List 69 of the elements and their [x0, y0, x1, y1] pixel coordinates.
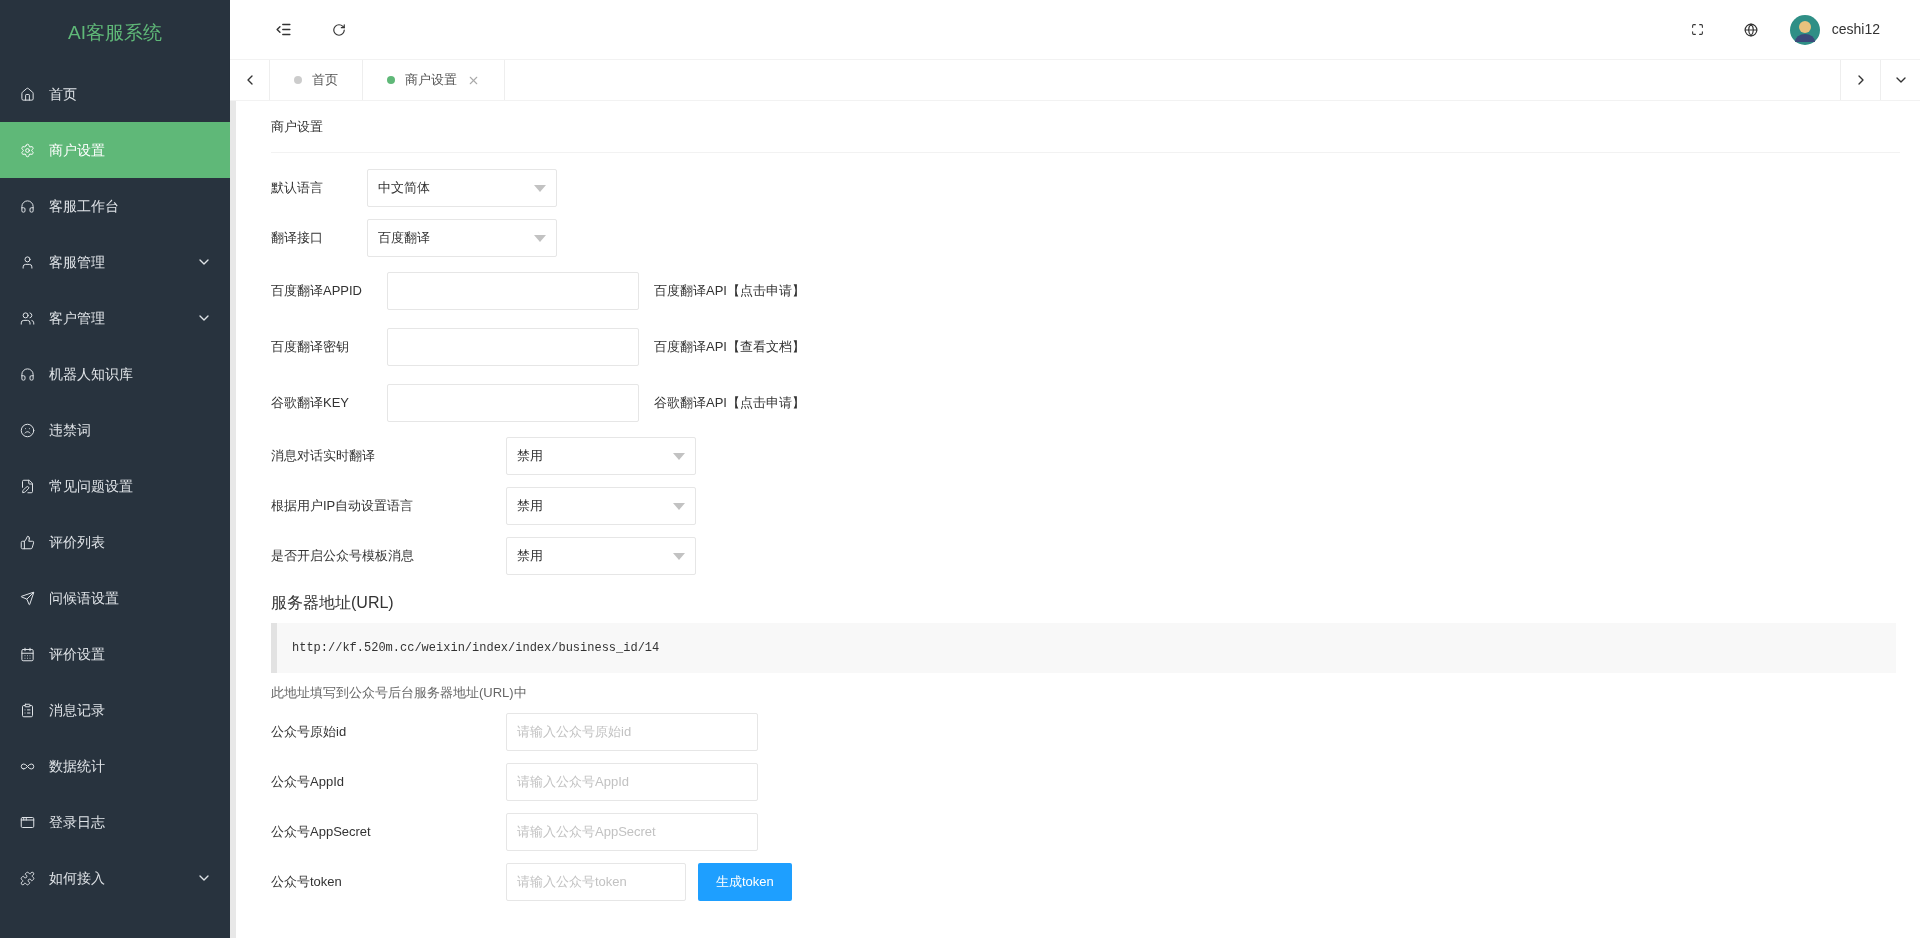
sidebar-item[interactable]: 评价设置 [0, 626, 230, 682]
sidebar-item[interactable]: 如何接入 [0, 850, 230, 906]
form-label: 消息对话实时翻译 [271, 447, 376, 466]
window-icon [20, 814, 35, 830]
sidebar-item[interactable]: 问候语设置 [0, 570, 230, 626]
sidebar-item[interactable]: 机器人知识库 [0, 346, 230, 402]
input-field[interactable] [387, 384, 639, 422]
username[interactable]: ceshi12 [1831, 19, 1880, 40]
sidebar-item[interactable]: 首页 [0, 66, 230, 122]
user-icon [20, 254, 35, 270]
fullscreen-icon[interactable] [1690, 23, 1704, 36]
sidebar-item[interactable]: 违禁词 [0, 402, 230, 458]
headset-icon [20, 198, 35, 214]
card-title: 商户设置 [271, 117, 323, 136]
help-text: 此地址填写到公众号后台服务器地址(URL)中 [271, 684, 528, 702]
select-field[interactable]: 中文简体 [367, 169, 557, 207]
form-label: 公众号AppId [271, 772, 345, 791]
page-tab[interactable]: 商户设置 [363, 60, 505, 100]
select-field[interactable]: 禁用 [506, 537, 696, 575]
refresh-icon[interactable] [332, 22, 346, 37]
select-field[interactable]: 百度翻译 [367, 219, 557, 257]
clipboard-icon [20, 702, 35, 718]
api-link[interactable]: 谷歌翻译API【点击申请】 [654, 393, 805, 413]
avatar[interactable] [1789, 14, 1820, 45]
sidebar-item[interactable]: 客服管理 [0, 234, 230, 290]
gear-icon [20, 142, 35, 158]
page-tab[interactable]: 首页 [270, 60, 363, 100]
input-field[interactable] [387, 272, 639, 310]
form-label: 百度翻译APPID [271, 282, 363, 301]
caret-icon [673, 552, 685, 560]
caret-icon [673, 502, 685, 510]
url-code-block: http://kf.520m.cc/weixin/index/index/business_id/14 [271, 623, 1896, 673]
menu-toggle-icon[interactable] [275, 21, 292, 38]
edit-icon [20, 478, 35, 494]
caret-icon [534, 184, 546, 192]
form-label: 百度翻译密钥 [271, 338, 350, 357]
app-logo: AI客服系统 [68, 20, 162, 45]
select-field[interactable]: 禁用 [506, 487, 696, 525]
input-field[interactable] [387, 328, 639, 366]
sidebar-item[interactable]: 登录日志 [0, 794, 230, 850]
form-label: 公众号原始id [271, 722, 348, 741]
send-icon [20, 590, 35, 606]
api-link[interactable]: 百度翻译API【点击申请】 [654, 281, 805, 301]
sidebar-item[interactable]: 常见问题设置 [0, 458, 230, 514]
puzzle-icon [20, 870, 35, 886]
form-label: 谷歌翻译KEY [271, 394, 350, 413]
calendar-icon [20, 646, 35, 662]
caret-icon [673, 452, 685, 460]
thumbs-up-icon [20, 534, 35, 550]
sidebar-item[interactable]: 评价列表 [0, 514, 230, 570]
form-label: 公众号token [271, 872, 343, 891]
users-icon [20, 310, 35, 326]
home-icon [20, 86, 35, 102]
sad-face-icon [20, 422, 35, 438]
api-link[interactable]: 百度翻译API【查看文档】 [654, 337, 805, 357]
section-heading: 服务器地址(URL) [271, 593, 395, 613]
sidebar-item[interactable]: 数据统计 [0, 738, 230, 794]
globe-icon[interactable] [1743, 22, 1758, 37]
headset-icon [20, 366, 35, 382]
sidebar-item[interactable]: 客户管理 [0, 290, 230, 346]
caret-icon [534, 234, 546, 242]
sidebar-item[interactable]: 客服工作台 [0, 178, 230, 234]
form-label: 是否开启公众号模板消息 [271, 547, 415, 566]
form-label: 根据用户IP自动设置语言 [271, 497, 415, 516]
sidebar-item[interactable]: 消息记录 [0, 682, 230, 738]
form-label: 翻译接口 [271, 229, 324, 248]
select-field[interactable]: 禁用 [506, 437, 696, 475]
form-label: 公众号AppSecret [271, 822, 372, 841]
form-label: 默认语言 [271, 179, 324, 198]
